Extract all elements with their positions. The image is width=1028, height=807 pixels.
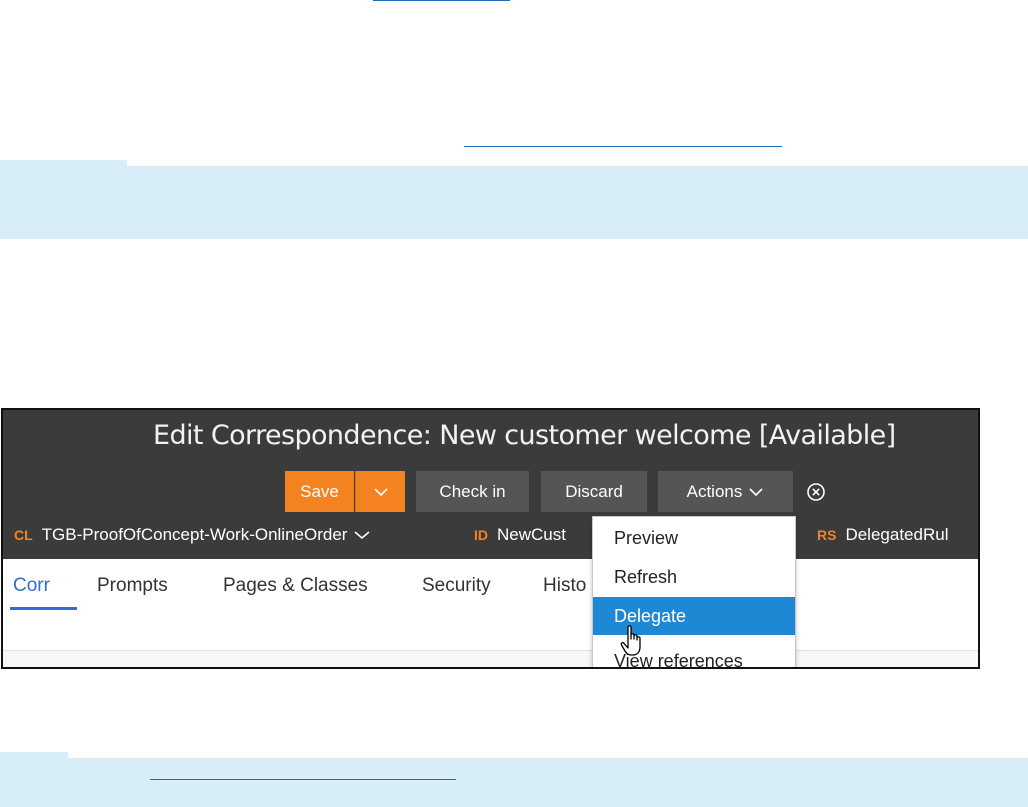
app-screenshot: Edit Correspondence: New customer welcom…: [1, 408, 980, 669]
ruleset-field: RS DelegatedRul: [817, 525, 948, 545]
menu-item-refresh[interactable]: Refresh: [593, 558, 795, 596]
note-band: [0, 166, 1028, 239]
page: Edit Correspondence: New customer welcom…: [0, 0, 1028, 807]
actions-button[interactable]: Actions: [658, 471, 793, 512]
tab-bar: Corr Prompts Pages & Classes Security Hi…: [3, 559, 978, 651]
tab-security[interactable]: Security: [422, 575, 491, 597]
class-value: TGB-ProofOfConcept-Work-OnlineOrder: [41, 525, 348, 544]
hand-cursor-icon: [620, 625, 641, 656]
note-band: [0, 758, 1028, 807]
id-field: ID NewCust: [474, 525, 566, 545]
ruleset-key: RS: [817, 527, 837, 543]
tab-pages-classes[interactable]: Pages & Classes: [223, 575, 368, 597]
tab-history[interactable]: Histo: [543, 575, 586, 597]
chevron-down-icon: [373, 487, 388, 496]
class-key: CL: [14, 527, 33, 543]
save-menu-button[interactable]: [355, 471, 405, 512]
chevron-down-icon: [354, 531, 370, 540]
link-underline[interactable]: [150, 779, 456, 780]
ruleset-value: DelegatedRul: [845, 525, 949, 544]
link-underline[interactable]: [464, 146, 782, 147]
tab-prompts[interactable]: Prompts: [97, 575, 168, 597]
close-icon[interactable]: [806, 482, 826, 502]
actions-button-label: Actions: [686, 481, 743, 501]
id-key: ID: [474, 527, 488, 543]
discard-button[interactable]: Discard: [541, 471, 647, 512]
content-area: [3, 651, 978, 667]
save-button[interactable]: Save: [285, 471, 354, 512]
page-title: Edit Correspondence: New customer welcom…: [153, 420, 896, 451]
id-value: NewCust: [497, 525, 566, 544]
link-underline[interactable]: [373, 0, 510, 1]
class-field[interactable]: CL TGB-ProofOfConcept-Work-OnlineOrder: [14, 525, 371, 545]
check-in-button[interactable]: Check in: [416, 471, 529, 512]
tab-corr[interactable]: Corr: [13, 575, 50, 597]
rule-header: Edit Correspondence: New customer welcom…: [3, 410, 978, 559]
menu-item-preview[interactable]: Preview: [593, 519, 795, 557]
chevron-down-icon: [749, 487, 763, 496]
active-tab-indicator: [10, 607, 77, 610]
